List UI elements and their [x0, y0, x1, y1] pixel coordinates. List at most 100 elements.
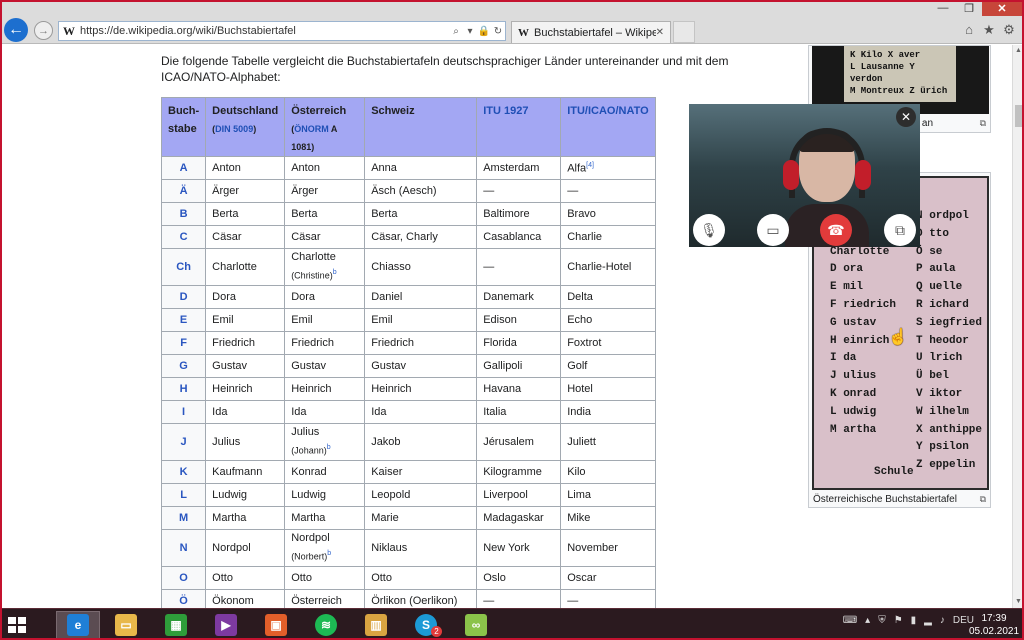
minimize-button[interactable]: — [930, 0, 956, 16]
close-call-icon[interactable]: ✕ [896, 107, 916, 127]
letter-link[interactable]: Ö [179, 595, 188, 607]
letter-link[interactable]: F [180, 337, 187, 349]
de-cell: Berta [205, 202, 286, 226]
microphone-icon[interactable]: 🎙 [693, 214, 725, 246]
ch-word: Anna [371, 162, 397, 174]
hang-up-icon[interactable]: ☎ [820, 214, 852, 246]
nato-word: Foxtrot [567, 337, 602, 349]
letter-link[interactable]: Ä [180, 185, 188, 197]
itu-word: Jérusalem [483, 435, 534, 448]
switch-view-icon[interactable]: ⧉ [884, 214, 916, 246]
vertical-scrollbar[interactable]: ▲ ▼ [1012, 45, 1024, 608]
taskbar-photos[interactable]: ▣ [254, 611, 298, 639]
letter-link[interactable]: H [180, 383, 188, 395]
letter-link[interactable]: B [180, 208, 188, 220]
taskbar-skype[interactable]: S 2 [404, 611, 448, 639]
wikipedia-favicon: W [518, 26, 529, 39]
at-cell: Dora [284, 285, 366, 309]
folder-icon: ▭ [115, 614, 137, 636]
ch-cell: Otto [364, 566, 478, 590]
search-icon[interactable]: ⌕ [449, 26, 463, 37]
shield-icon[interactable]: ⛨ [878, 615, 886, 626]
de-cell: Kaufmann [205, 460, 286, 484]
close-window-button[interactable]: ✕ [982, 0, 1022, 16]
start-button[interactable] [8, 617, 26, 633]
lock-icon[interactable]: 🔒 [477, 26, 491, 37]
letter-link[interactable]: D [180, 291, 188, 303]
forward-button[interactable]: → [34, 21, 53, 40]
nato-cell: India [560, 400, 656, 424]
letter-link[interactable]: O [179, 572, 188, 584]
address-bar[interactable]: W https://de.wikipedia.org/wiki/Buchstab… [58, 21, 506, 41]
refresh-icon[interactable]: ↻ [491, 26, 505, 37]
at-alt-word: (Christine) [291, 270, 333, 281]
taskbar-explorer[interactable]: ▭ [104, 611, 148, 639]
gear-icon[interactable]: ⚙ [1002, 22, 1016, 38]
network-icon[interactable]: ▂ [924, 615, 932, 626]
taskbar-archive[interactable]: ▥ [354, 611, 398, 639]
header-letter-label: Buch-stabe [168, 105, 200, 135]
taskbar-app-green[interactable]: ∞ [454, 611, 498, 639]
address-url[interactable]: https://de.wikipedia.org/wiki/Buchstabie… [80, 25, 449, 37]
scrollbar-thumb[interactable] [1015, 105, 1022, 127]
footnote-b[interactable]: b [333, 269, 337, 276]
footnote-4[interactable]: [4] [586, 162, 594, 169]
video-call-window[interactable]: ✕ 🎙 ▭ ☎ ⧉ [689, 104, 920, 247]
taskbar-spotify[interactable]: ≋ [304, 611, 348, 639]
star-icon[interactable]: ★ [982, 22, 996, 38]
tab-wikipedia[interactable]: W Buchstabiertafel – Wikipedia ✕ [511, 21, 671, 43]
back-button[interactable]: ← [4, 18, 28, 42]
itu-cell: — [476, 589, 562, 608]
scroll-down-icon[interactable]: ▼ [1013, 596, 1024, 608]
footnote-b[interactable]: b [327, 550, 331, 557]
at-cell: Julius (Johann)b [284, 423, 366, 461]
at-word: Martha [291, 512, 326, 524]
image-text-line: Z eppelin [916, 459, 976, 472]
onorm-link[interactable]: ÖNORM [294, 124, 329, 134]
wikipedia-favicon: W [63, 23, 75, 38]
letter-link[interactable]: Ch [176, 261, 191, 273]
scroll-up-icon[interactable]: ▲ [1013, 45, 1024, 57]
din-link[interactable]: DIN 5009 [215, 124, 253, 134]
volume-icon[interactable]: ♪ [940, 615, 945, 626]
clock[interactable]: 17:39 05.02.2021 [968, 612, 1020, 638]
enlarge-icon[interactable]: ⧉ [980, 118, 986, 129]
battery-icon[interactable]: ▮ [911, 615, 917, 626]
letter-link[interactable]: A [180, 162, 188, 174]
maximize-button[interactable]: ❐ [956, 0, 982, 16]
flag-icon[interactable]: ⚑ [894, 615, 903, 626]
letter-link[interactable]: K [180, 466, 188, 478]
video-camera-icon[interactable]: ▭ [757, 214, 789, 246]
itu-word: Casablanca [483, 231, 542, 243]
taskbar-store[interactable]: ▦ [154, 611, 198, 639]
letter-link[interactable]: M [179, 512, 188, 524]
skype-badge: 2 [431, 626, 442, 637]
de-cell: Friedrich [205, 331, 286, 355]
enlarge-icon[interactable]: ⧉ [980, 494, 986, 505]
letter-link[interactable]: C [180, 231, 188, 243]
home-icon[interactable]: ⌂ [962, 22, 976, 38]
letter-cell: A [160, 156, 207, 180]
footnote-b[interactable]: b [327, 444, 331, 451]
new-tab-button[interactable] [673, 21, 695, 43]
letter-link[interactable]: G [179, 360, 188, 372]
letter-link[interactable]: J [181, 436, 187, 448]
itu-1927-link[interactable]: ITU 1927 [483, 105, 528, 117]
letter-link[interactable]: I [182, 406, 185, 418]
taskbar-app-purple[interactable]: ▶ [204, 611, 248, 639]
de-cell: Anton [205, 156, 286, 180]
keyboard-icon[interactable]: ⌨ [843, 615, 857, 626]
at-word: Julius [291, 426, 320, 439]
close-tab-icon[interactable]: ✕ [656, 27, 664, 38]
letter-link[interactable]: E [180, 314, 187, 326]
nato-link[interactable]: ITU/ICAO/NATO [567, 105, 648, 117]
chevron-down-icon[interactable]: ▾ [463, 26, 477, 37]
ch-cell: Leopold [364, 483, 478, 507]
taskbar-ie[interactable]: e [56, 611, 100, 639]
letter-link[interactable]: L [180, 489, 187, 501]
de-word: Otto [212, 572, 233, 584]
chevron-up-icon[interactable]: ▴ [865, 615, 870, 626]
letter-link[interactable]: N [180, 542, 188, 554]
table-row: M Martha Martha Marie Madagaskar Mike [160, 506, 656, 530]
letter-cell: M [160, 506, 207, 530]
